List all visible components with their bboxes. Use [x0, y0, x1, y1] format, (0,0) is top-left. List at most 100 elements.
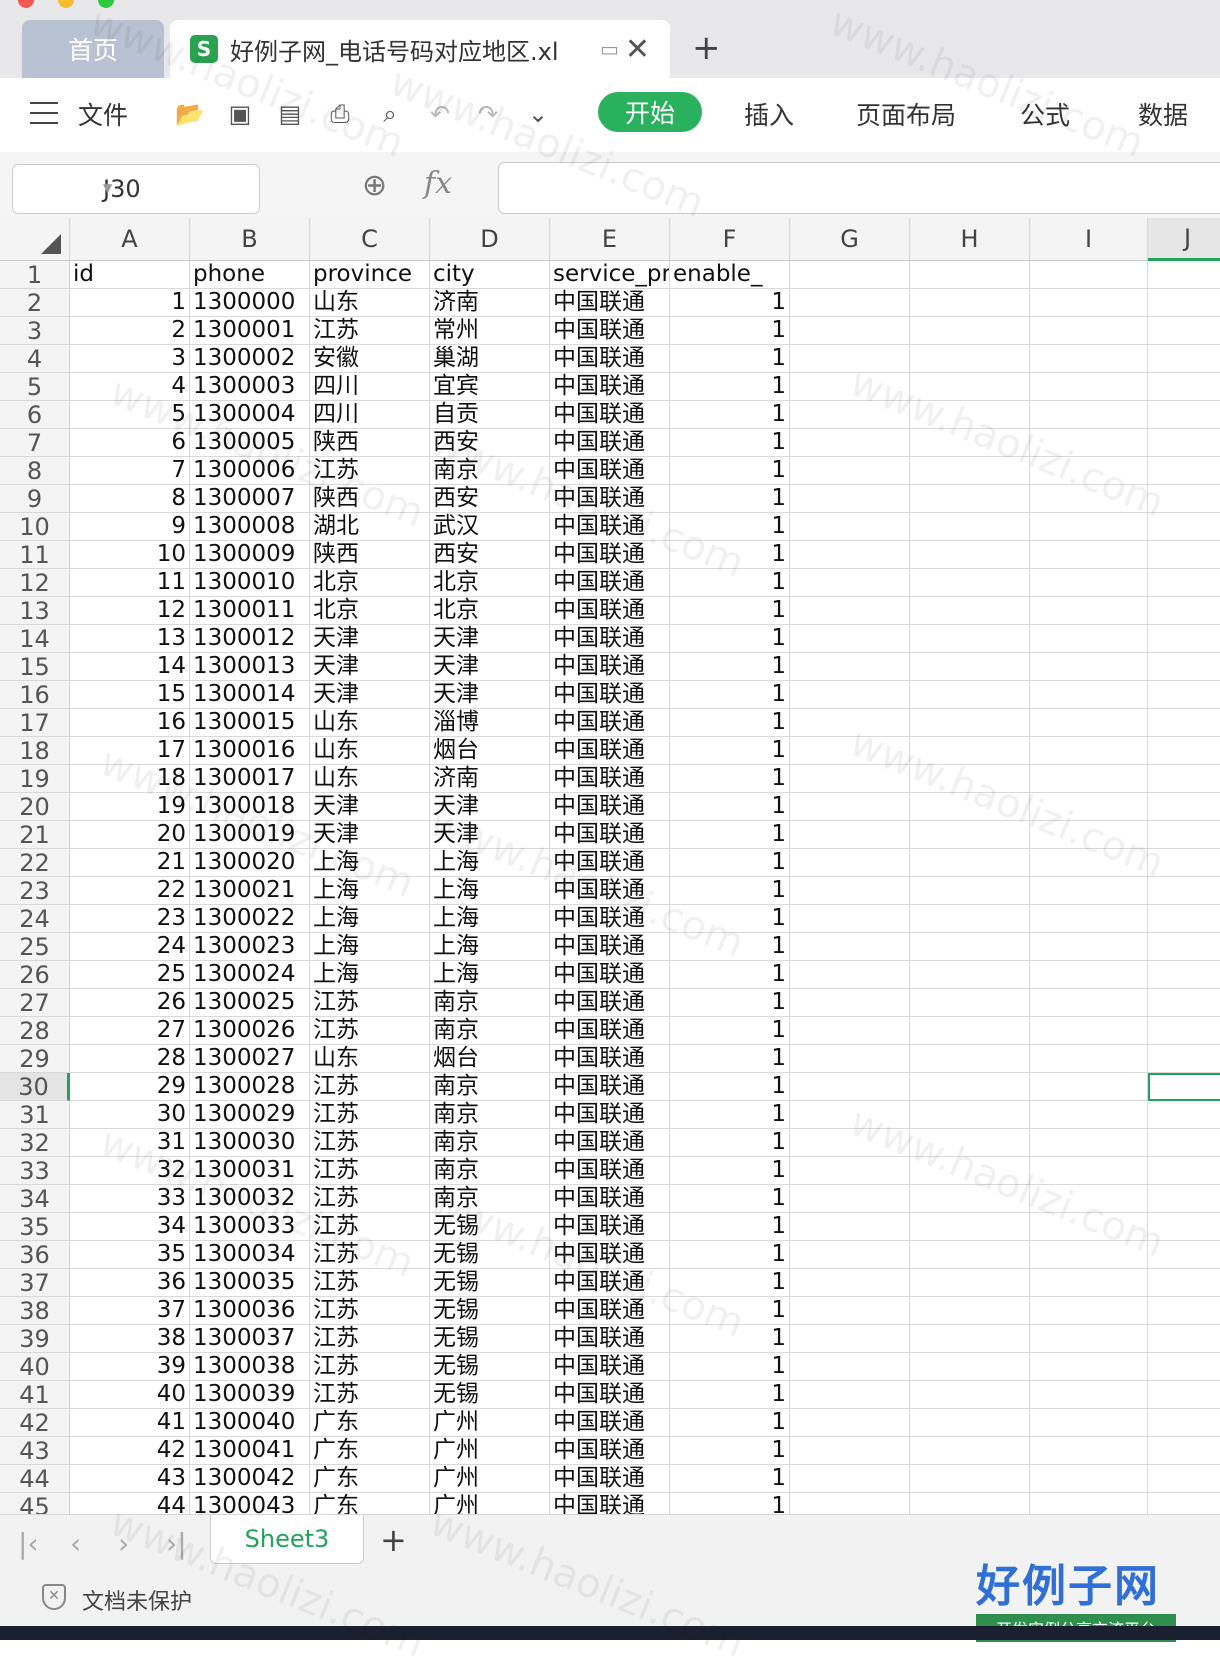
- cell[interactable]: [1148, 989, 1220, 1017]
- cell[interactable]: 广州: [430, 1437, 550, 1465]
- cell[interactable]: [910, 1157, 1030, 1185]
- cell[interactable]: 北京: [310, 597, 430, 625]
- cell[interactable]: 中国联通: [550, 1213, 670, 1241]
- cell[interactable]: 中国联通: [550, 625, 670, 653]
- cell[interactable]: [790, 1157, 910, 1185]
- cell[interactable]: [790, 681, 910, 709]
- cell[interactable]: 江苏: [310, 457, 430, 485]
- cell[interactable]: 北京: [430, 569, 550, 597]
- save-icon[interactable]: ▣: [224, 98, 256, 130]
- cell[interactable]: 常州: [430, 317, 550, 345]
- cell[interactable]: [1148, 1269, 1220, 1297]
- cell[interactable]: [1148, 317, 1220, 345]
- row-header[interactable]: 39: [0, 1325, 70, 1353]
- cell[interactable]: 中国联通: [550, 1381, 670, 1409]
- cell[interactable]: 上海: [310, 933, 430, 961]
- cell[interactable]: 上海: [310, 849, 430, 877]
- cell[interactable]: [1030, 261, 1148, 289]
- cell[interactable]: [1030, 681, 1148, 709]
- cell[interactable]: 中国联通: [550, 1493, 670, 1514]
- cell[interactable]: 中国联通: [550, 1325, 670, 1353]
- cell[interactable]: 1300043: [190, 1493, 310, 1514]
- row-header[interactable]: 25: [0, 933, 70, 961]
- cell[interactable]: 南京: [430, 1185, 550, 1213]
- cell[interactable]: [1148, 625, 1220, 653]
- cell[interactable]: [1030, 877, 1148, 905]
- row-header[interactable]: 18: [0, 737, 70, 765]
- column-header-h[interactable]: H: [910, 218, 1030, 261]
- cell[interactable]: [790, 1073, 910, 1101]
- next-sheet-icon[interactable]: ›: [118, 1527, 129, 1560]
- row-header[interactable]: 15: [0, 653, 70, 681]
- cell[interactable]: 江苏: [310, 1325, 430, 1353]
- cell[interactable]: 1: [670, 485, 790, 513]
- column-header-a[interactable]: A: [70, 218, 190, 261]
- cell[interactable]: 1300027: [190, 1045, 310, 1073]
- cell[interactable]: [790, 457, 910, 485]
- close-icon[interactable]: ✕: [625, 32, 650, 67]
- chevron-down-icon[interactable]: ▼: [103, 181, 253, 195]
- cell[interactable]: 广州: [430, 1493, 550, 1514]
- cell[interactable]: enable_: [670, 261, 790, 289]
- cell[interactable]: 38: [70, 1325, 190, 1353]
- cell[interactable]: [1030, 1045, 1148, 1073]
- cell[interactable]: [1148, 345, 1220, 373]
- cell[interactable]: 1: [670, 793, 790, 821]
- cell[interactable]: [790, 429, 910, 457]
- cell[interactable]: 中国联通: [550, 1297, 670, 1325]
- cell[interactable]: [1148, 1017, 1220, 1045]
- cell[interactable]: 1300012: [190, 625, 310, 653]
- cell[interactable]: [1148, 793, 1220, 821]
- cell[interactable]: 中国联通: [550, 1241, 670, 1269]
- cell[interactable]: 18: [70, 765, 190, 793]
- cell[interactable]: [910, 289, 1030, 317]
- cell[interactable]: [790, 625, 910, 653]
- row-header[interactable]: 3: [0, 317, 70, 345]
- cell[interactable]: 1: [670, 1465, 790, 1493]
- cell[interactable]: 1: [670, 1269, 790, 1297]
- cell[interactable]: 1300030: [190, 1129, 310, 1157]
- cell[interactable]: [1030, 1073, 1148, 1101]
- cell[interactable]: [1148, 401, 1220, 429]
- cell[interactable]: 21: [70, 849, 190, 877]
- cell[interactable]: [1148, 653, 1220, 681]
- cell[interactable]: 12: [70, 597, 190, 625]
- cell[interactable]: 29: [70, 1073, 190, 1101]
- cell[interactable]: 上海: [430, 877, 550, 905]
- cell[interactable]: [1148, 1045, 1220, 1073]
- cell[interactable]: [1148, 597, 1220, 625]
- cell[interactable]: 中国联通: [550, 345, 670, 373]
- cell[interactable]: 南京: [430, 1101, 550, 1129]
- cell[interactable]: 无锡: [430, 1297, 550, 1325]
- cell[interactable]: 1300033: [190, 1213, 310, 1241]
- cell[interactable]: [1148, 1493, 1220, 1514]
- cell[interactable]: 无锡: [430, 1353, 550, 1381]
- cell[interactable]: 1300000: [190, 289, 310, 317]
- cell[interactable]: 1300034: [190, 1241, 310, 1269]
- cell[interactable]: [1148, 289, 1220, 317]
- cell[interactable]: 江苏: [310, 1269, 430, 1297]
- cell[interactable]: [910, 1101, 1030, 1129]
- cell[interactable]: [1148, 1241, 1220, 1269]
- cell[interactable]: 1300016: [190, 737, 310, 765]
- cell[interactable]: [910, 1269, 1030, 1297]
- cell[interactable]: [1148, 541, 1220, 569]
- cell[interactable]: phone: [190, 261, 310, 289]
- cell[interactable]: 中国联通: [550, 1157, 670, 1185]
- cell[interactable]: 42: [70, 1437, 190, 1465]
- cell[interactable]: [910, 457, 1030, 485]
- cell[interactable]: 1: [670, 625, 790, 653]
- cell[interactable]: 1: [670, 1353, 790, 1381]
- cell[interactable]: [1148, 877, 1220, 905]
- cell[interactable]: 中国联通: [550, 1185, 670, 1213]
- cell[interactable]: 1: [670, 905, 790, 933]
- cell[interactable]: [1148, 569, 1220, 597]
- cell[interactable]: [1030, 1297, 1148, 1325]
- cell[interactable]: 中国联通: [550, 961, 670, 989]
- cell[interactable]: 无锡: [430, 1325, 550, 1353]
- cell[interactable]: 江苏: [310, 1017, 430, 1045]
- cell[interactable]: [1030, 625, 1148, 653]
- cell[interactable]: 上海: [310, 877, 430, 905]
- cell[interactable]: [1148, 1101, 1220, 1129]
- cell[interactable]: 1: [670, 1381, 790, 1409]
